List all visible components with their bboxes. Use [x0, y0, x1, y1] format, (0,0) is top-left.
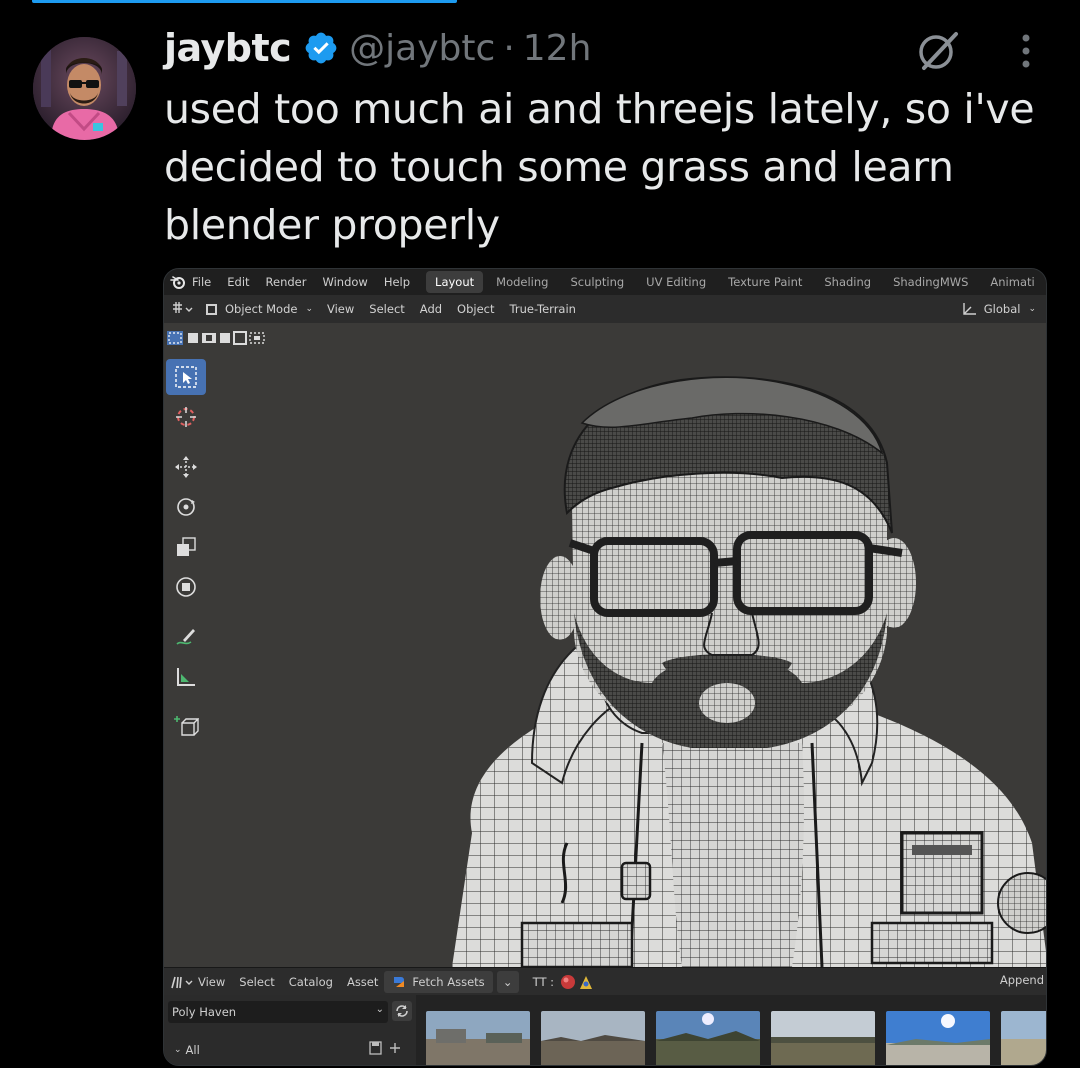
3d-viewport[interactable] [164, 323, 1046, 967]
tab-sculpting[interactable]: Sculpting [561, 271, 633, 293]
hdri-thumbnail[interactable] [541, 1011, 645, 1065]
tab-shadingmws[interactable]: ShadingMWS [884, 271, 977, 293]
transform-icon[interactable] [166, 569, 206, 605]
orientation-dropdown[interactable]: Global ⌄ [961, 301, 1036, 317]
menu-help[interactable]: Help [384, 275, 410, 289]
catalog-all-label: All [185, 1043, 200, 1057]
catalog-all[interactable]: ⌄ All [174, 1043, 200, 1057]
display-name[interactable]: jaybtc [164, 26, 292, 70]
header-menu-select[interactable]: Select [369, 302, 404, 316]
menu-render[interactable]: Render [266, 275, 307, 289]
tweet-media[interactable]: File Edit Render Window Help Layout Mode… [163, 268, 1047, 1066]
hdri-thumbnail[interactable] [656, 1011, 760, 1065]
mode-dropdown[interactable]: Object Mode ⌄ [206, 302, 313, 316]
tt-label: TT : [532, 974, 555, 989]
mode-label: Object Mode [225, 302, 298, 316]
tab-modeling[interactable]: Modeling [487, 271, 557, 293]
menu-file[interactable]: File [192, 275, 211, 289]
avatar[interactable] [33, 37, 136, 140]
refresh-icon[interactable] [392, 1001, 412, 1021]
asset-menu-view[interactable]: View [198, 975, 225, 989]
blender-logo-icon[interactable] [170, 274, 186, 290]
editor-type-icon[interactable] [170, 300, 196, 318]
transform-orientation-icon [963, 303, 976, 315]
timestamp[interactable]: 12h [523, 28, 592, 69]
hdri-thumbnail[interactable] [426, 1011, 530, 1065]
hdri-thumbnail[interactable] [771, 1011, 875, 1065]
scale-icon[interactable] [166, 529, 206, 565]
fetch-dropdown-chevron-icon[interactable]: ⌄ [496, 970, 519, 993]
hdri-thumbnail[interactable] [1001, 1011, 1046, 1065]
header-menu-object[interactable]: Object [457, 302, 494, 316]
hdri-thumbnails [426, 1011, 1046, 1065]
tweet-text: used too much ai and threejs lately, so … [164, 85, 1035, 249]
header-menu-add[interactable]: Add [420, 302, 442, 316]
fetch-assets-label: Fetch Assets [412, 974, 485, 989]
asset-menu-asset[interactable]: Asset [347, 975, 378, 989]
chevron-down-icon: ⌄ [174, 1045, 182, 1055]
top-progress-bar [32, 0, 457, 3]
asset-menu-select[interactable]: Select [239, 975, 274, 989]
chevron-down-icon: ⌄ [1028, 304, 1036, 314]
selection-mode-icons[interactable] [166, 329, 268, 347]
wireframe-character [452, 376, 1046, 967]
tab-shading[interactable]: Shading [815, 271, 880, 293]
viewport-header: Object Mode ⌄ View Select Add Object Tru… [164, 295, 1046, 323]
append-button[interactable]: Append [998, 973, 1046, 987]
asset-browser-body: Poly Haven ⌄ ⌄ All [164, 995, 1046, 1065]
asset-menu-catalog[interactable]: Catalog [289, 975, 333, 989]
move-icon[interactable] [166, 449, 206, 485]
orientation-label: Global [983, 302, 1021, 316]
tool-shelf [166, 359, 208, 749]
menu-edit[interactable]: Edit [227, 275, 249, 289]
verified-badge-icon [303, 30, 339, 66]
asset-browser-header: View Select Catalog Asset Fetch Assets ⌄… [164, 967, 1046, 995]
asset-sidebar: Poly Haven ⌄ ⌄ All [164, 995, 416, 1065]
select-box-icon[interactable] [166, 359, 206, 395]
poly-haven-icon [394, 976, 405, 987]
annotate-icon[interactable] [166, 619, 206, 655]
tab-animation[interactable]: Animati [981, 271, 1043, 293]
chevron-down-icon: ⌄ [375, 1004, 384, 1015]
blender-topbar: File Edit Render Window Help Layout Mode… [164, 269, 1046, 295]
tab-uv-editing[interactable]: UV Editing [637, 271, 715, 293]
chevron-down-icon: ⌄ [305, 304, 313, 314]
tweet-header: jaybtc @jaybtc · 12h [164, 22, 591, 74]
header-menu-view[interactable]: View [327, 302, 354, 316]
separator-dot: · [503, 27, 515, 69]
menu-window[interactable]: Window [322, 275, 367, 289]
grok-icon[interactable] [912, 24, 964, 76]
library-label: Poly Haven [172, 1005, 237, 1019]
hdri-thumbnail[interactable] [886, 1011, 990, 1065]
more-icon[interactable] [1008, 28, 1044, 74]
tab-texture-paint[interactable]: Texture Paint [719, 271, 811, 293]
cursor-icon[interactable] [166, 399, 206, 435]
new-catalog-icons[interactable] [368, 1039, 404, 1057]
user-handle[interactable]: @jaybtc [349, 28, 495, 69]
tt-addon[interactable]: TT : [533, 973, 598, 991]
asset-browser-editor-icon[interactable] [170, 974, 198, 990]
tab-layout[interactable]: Layout [426, 271, 484, 293]
tt-addon-icons [561, 974, 593, 989]
rotate-icon[interactable] [166, 489, 206, 525]
header-menu-true-terrain[interactable]: True-Terrain [510, 302, 576, 316]
add-cube-icon[interactable] [166, 709, 206, 745]
fetch-assets-button[interactable]: Fetch Assets [384, 970, 493, 993]
library-dropdown[interactable]: Poly Haven ⌄ [168, 1001, 388, 1023]
object-mode-icon [206, 303, 217, 315]
measure-icon[interactable] [166, 659, 206, 695]
